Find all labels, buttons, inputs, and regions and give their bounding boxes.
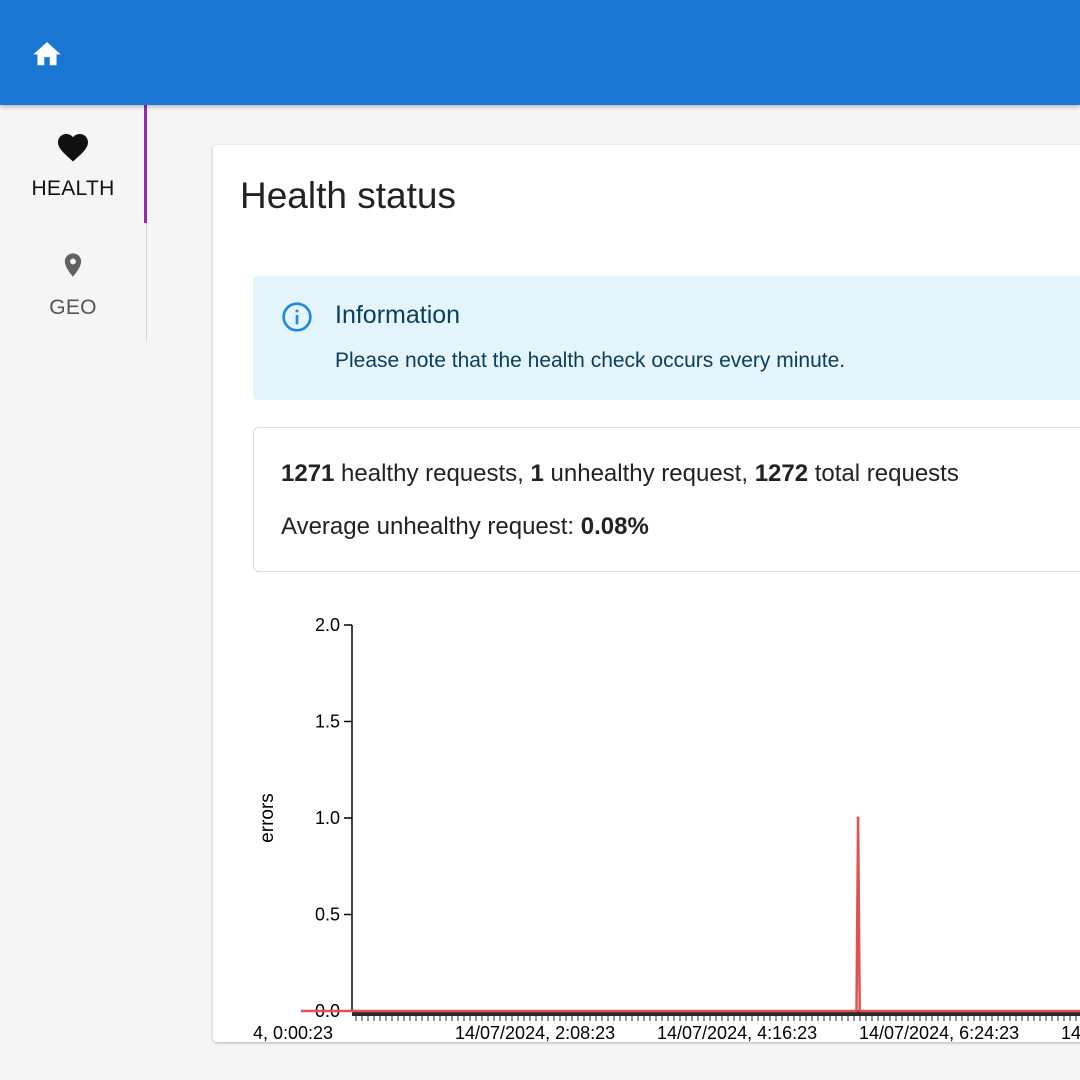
errors-chart: 0.00.51.01.52.0errors4, 0:00:23 14/07/202… <box>253 615 1080 1042</box>
x-tick-label: 14/07/2024, 6:24:23 <box>859 1023 1019 1042</box>
unhealthy-text: unhealthy request, <box>543 460 755 487</box>
y-tick-label: 1.0 <box>315 808 340 828</box>
total-text: total requests <box>808 460 959 487</box>
sidebar-item-label: HEALTH <box>31 177 115 200</box>
app-bar <box>0 0 1080 105</box>
healthy-text: healthy requests, <box>334 460 531 487</box>
map-pin-icon <box>59 248 87 282</box>
average-unhealthy: Average unhealthy request: 0.08% <box>281 513 649 541</box>
average-value: 0.08% <box>580 513 649 540</box>
health-card: Health status Information Please note th… <box>213 145 1080 1042</box>
home-button[interactable] <box>26 32 68 74</box>
error-spike-point <box>856 816 860 820</box>
healthy-count: 1271 <box>281 460 335 487</box>
x-tick-label: 4, 0:00:23 <box>253 1023 333 1042</box>
x-tick-label: 14/07/2024, <box>1061 1023 1080 1042</box>
x-tick-label: 14/07/2024, 4:16:23 <box>657 1023 817 1042</box>
y-tick-label: 2.0 <box>315 615 340 635</box>
alert-title: Information <box>335 301 461 329</box>
home-icon <box>33 42 61 66</box>
total-count: 1272 <box>754 460 809 487</box>
y-tick-label: 0.5 <box>315 905 340 925</box>
request-counts: 1271 healthy requests, 1 unhealthy reque… <box>281 460 959 488</box>
y-tick-label: 1.5 <box>315 712 340 732</box>
average-label: Average unhealthy request: <box>281 513 581 540</box>
x-tick-label: 14/07/2024, 2:08:23 <box>455 1023 615 1042</box>
page-title: Health status <box>240 175 456 216</box>
y-axis-label: errors <box>257 793 278 843</box>
sidebar: HEALTH GEO <box>0 105 147 342</box>
info-icon <box>282 302 312 332</box>
errors-series-line <box>301 817 1080 1013</box>
sidebar-item-geo[interactable]: GEO <box>0 224 146 342</box>
stats-panel: 1271 healthy requests, 1 unhealthy reque… <box>253 427 1080 572</box>
info-alert: Information Please note that the health … <box>253 276 1080 400</box>
heart-icon <box>55 129 91 163</box>
sidebar-item-label: GEO <box>49 296 97 319</box>
alert-text: Please note that the health check occurs… <box>335 349 846 372</box>
sidebar-item-health[interactable]: HEALTH <box>0 105 147 223</box>
unhealthy-count: 1 <box>530 460 544 487</box>
